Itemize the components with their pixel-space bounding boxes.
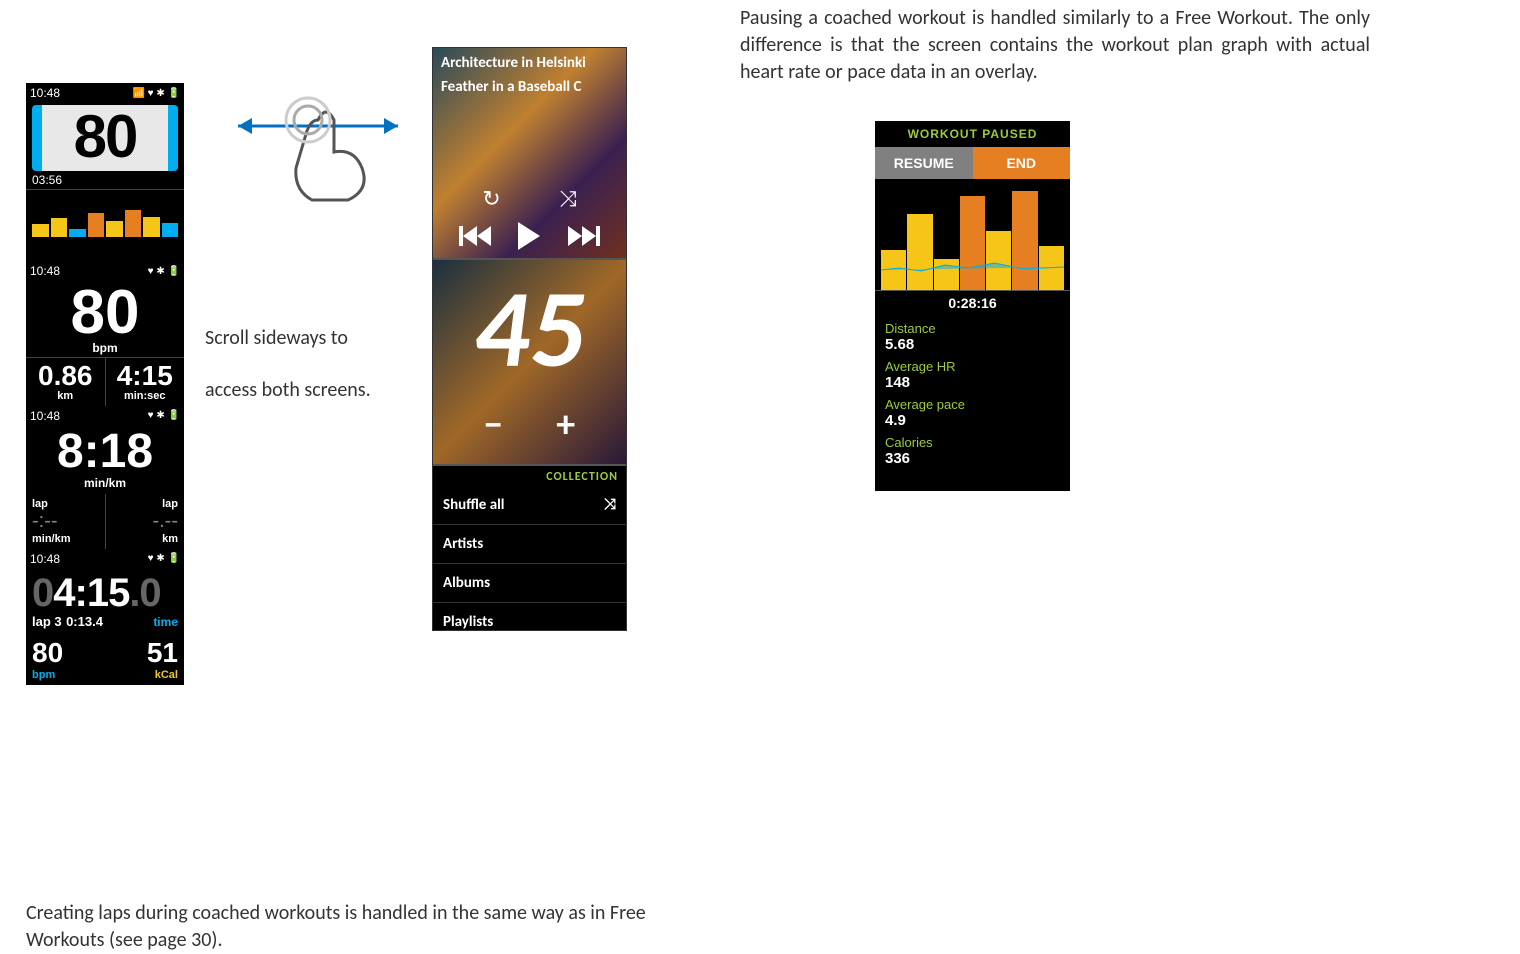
next-track-button[interactable]	[568, 226, 600, 246]
end-button[interactable]: END	[973, 147, 1071, 179]
collection-playlists[interactable]: Playlists	[433, 603, 626, 631]
stat-calories: Calories336	[875, 431, 1070, 469]
body-text-laps: Creating laps during coached workouts is…	[26, 900, 686, 954]
collection-header: COLLECTION	[433, 466, 626, 486]
dist-pace-tile: 0.86km 4:15min:sec	[26, 357, 184, 406]
music-screens-strip: Architecture in Helsinki Feather in a Ba…	[432, 47, 627, 631]
pace-tile: 8:18 min/km	[26, 426, 184, 494]
paused-header: WORKOUT PAUSED	[875, 121, 1070, 147]
play-button[interactable]	[518, 222, 540, 250]
hr-tile-2: 80 bpm	[26, 281, 184, 357]
status-time: 10:48	[30, 86, 60, 100]
hr-bars-mini	[26, 189, 184, 241]
music-track-2: Feather in a Baseball C	[433, 72, 626, 96]
body-text-pause: Pausing a coached workout is handled sim…	[740, 5, 1370, 86]
paused-elapsed: 0:28:16	[875, 291, 1070, 317]
hr2-value: 80	[26, 285, 184, 341]
watch-metrics-strip: 10:48 📶 ♥ ✱ 🔋 80 03:56 10:48♥ ✱ 🔋 80 bpm	[26, 83, 184, 685]
stat-distance: Distance5.68	[875, 317, 1070, 355]
hr-value: 80	[42, 107, 168, 167]
music-track-1: Architecture in Helsinki	[433, 48, 626, 72]
prev-track-button[interactable]	[459, 226, 491, 246]
volume-up-button[interactable]: +	[556, 402, 575, 448]
status-icons: 📶 ♥ ✱ 🔋	[132, 88, 180, 99]
elapsed-mini: 03:56	[26, 171, 184, 189]
shuffle-icon: ⤨	[604, 496, 616, 514]
volume-value: 45	[433, 274, 626, 384]
bpm-kcal-tile: 80bpm 51kCal	[26, 633, 184, 685]
stat-avg-pace: Average pace4.9	[875, 393, 1070, 431]
resume-button[interactable]: RESUME	[875, 147, 973, 179]
volume-down-button[interactable]: −	[484, 402, 503, 448]
swipe-gesture-icon	[230, 90, 410, 210]
total-time-tile: 04:15.0 lap 3 0:13.4 time	[26, 569, 184, 633]
status-bar: 10:48 📶 ♥ ✱ 🔋	[26, 83, 184, 103]
music-now-playing: Architecture in Helsinki Feather in a Ba…	[433, 48, 626, 258]
workout-paused-screen: WORKOUT PAUSED RESUME END 0:28:16 Distan…	[875, 121, 1070, 491]
repeat-icon[interactable]: ↻	[482, 185, 500, 212]
lap-tile: lap-:--min/km lap-.--km	[26, 494, 184, 549]
shuffle-icon[interactable]: ⤨	[559, 185, 577, 212]
swipe-caption-2: access both screens.	[205, 378, 415, 402]
hr2-unit: bpm	[26, 341, 184, 355]
stat-avg-hr: Average HR148	[875, 355, 1070, 393]
collection-artists[interactable]: Artists	[433, 525, 626, 564]
music-collection: COLLECTION Shuffle all ⤨ Artists Albums …	[433, 466, 626, 631]
collection-shuffle-all[interactable]: Shuffle all ⤨	[433, 486, 626, 525]
swipe-caption-1: Scroll sideways to	[205, 326, 415, 350]
music-volume-panel: 45 − +	[433, 258, 626, 466]
paused-plan-graph	[875, 179, 1070, 291]
hr-tile: 80 03:56	[26, 105, 184, 261]
collection-albums[interactable]: Albums	[433, 564, 626, 603]
